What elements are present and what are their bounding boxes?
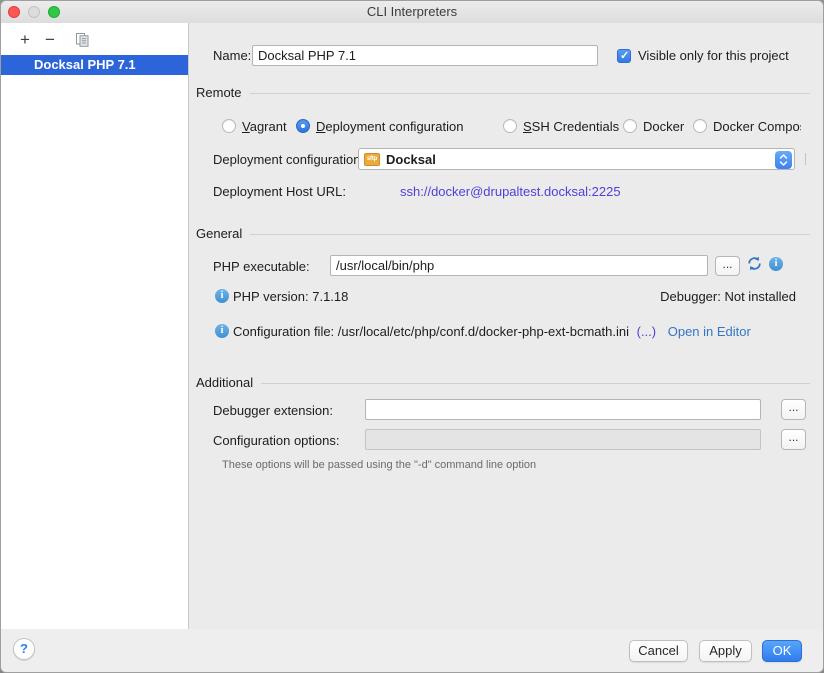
copy-icon <box>75 32 90 47</box>
debugger-extension-input[interactable] <box>365 399 761 420</box>
radio-docker-label[interactable]: Docker <box>643 119 684 134</box>
browse-debugger-extension-button[interactable]: ... <box>781 399 806 420</box>
general-section-label: General <box>196 226 242 241</box>
copy-interpreter-button[interactable] <box>73 30 91 48</box>
interpreters-sidebar: + − Docksal PHP 7.1 <box>1 23 189 631</box>
open-in-editor-link[interactable]: Open in Editor <box>668 324 751 339</box>
interpreter-name: Docksal PHP 7.1 <box>34 57 136 72</box>
info-icon: i <box>215 324 229 338</box>
cli-interpreters-dialog: CLI Interpreters + − <box>0 0 824 673</box>
radio-deployment-configuration-label[interactable]: Deployment configuration <box>316 119 463 134</box>
mnemonic: V <box>242 119 250 134</box>
mnemonic: S <box>523 119 532 134</box>
configuration-file-row: Configuration file: /usr/local/etc/php/c… <box>233 324 751 339</box>
add-interpreter-button[interactable]: + <box>16 30 34 48</box>
configuration-file-text: Configuration file: /usr/local/etc/php/c… <box>233 324 629 339</box>
interpreter-list-item-selected[interactable]: Docksal PHP 7.1 <box>1 55 188 75</box>
interpreter-settings-panel: Name: Visible only for this project Remo… <box>189 23 823 631</box>
additional-section-header: Additional <box>196 375 810 390</box>
radio-docker-compose[interactable] <box>693 119 707 133</box>
cancel-button[interactable]: Cancel <box>629 640 688 662</box>
dialog-body: + − Docksal PHP 7.1 <box>1 23 823 631</box>
php-version-text: PHP version: 7.1.18 <box>233 289 348 304</box>
info-icon[interactable]: i <box>769 257 783 271</box>
radio-ssh-credentials-label[interactable]: SSH Credentials <box>523 119 619 134</box>
mnemonic: D <box>316 119 325 134</box>
general-section-header: General <box>196 226 810 241</box>
plus-icon: + <box>20 31 30 48</box>
remove-interpreter-button[interactable]: − <box>41 30 59 48</box>
deployment-host-url-label: Deployment Host URL: <box>213 184 346 199</box>
chevron-up-down-icon[interactable] <box>775 151 792 169</box>
interpreter-list: Docksal PHP 7.1 <box>1 55 188 75</box>
section-divider <box>250 93 810 94</box>
additional-section-label: Additional <box>196 375 253 390</box>
titlebar[interactable]: CLI Interpreters <box>1 1 823 24</box>
radio-docker[interactable] <box>623 119 637 133</box>
deployment-configuration-select[interactable]: sftp Docksal <box>358 148 795 170</box>
minus-icon: − <box>45 31 55 48</box>
sftp-server-icon: sftp <box>364 153 380 166</box>
configuration-options-input <box>365 429 761 450</box>
info-icon: i <box>215 289 229 303</box>
deployment-configuration-value: Docksal <box>386 152 436 167</box>
section-divider <box>261 383 810 384</box>
radio-vagrant[interactable] <box>222 119 236 133</box>
configuration-options-note: These options will be passed using the "… <box>222 459 536 471</box>
debugger-status-text: Debugger: Not installed <box>660 289 796 304</box>
sidebar-toolbar: + − <box>1 23 188 55</box>
php-executable-label: PHP executable: <box>213 259 310 274</box>
radio-deployment-configuration[interactable] <box>296 119 310 133</box>
name-input[interactable] <box>252 45 598 66</box>
visible-only-checkbox[interactable] <box>617 49 631 63</box>
name-label: Name: <box>213 48 251 63</box>
debugger-extension-label: Debugger extension: <box>213 403 333 418</box>
configuration-options-label: Configuration options: <box>213 433 339 448</box>
deployment-configuration-label: Deployment configuration: <box>213 152 364 167</box>
browse-php-executable-button[interactable]: ... <box>715 256 740 276</box>
combo-divider <box>805 153 806 165</box>
label-text: eployment configuration <box>325 119 463 134</box>
radio-ssh-credentials[interactable] <box>503 119 517 133</box>
apply-button[interactable]: Apply <box>699 640 752 662</box>
configuration-file-more-link[interactable]: (...) <box>637 324 657 339</box>
label-text: Docker Compose <box>713 119 801 134</box>
window-title: CLI Interpreters <box>1 4 823 19</box>
remote-section-header: Remote <box>196 85 810 100</box>
radio-vagrant-label[interactable]: Vagrant <box>242 119 287 134</box>
browse-configuration-options-button[interactable]: ... <box>781 429 806 450</box>
remote-section-label: Remote <box>196 85 242 100</box>
visible-only-label: Visible only for this project <box>638 48 789 63</box>
radio-docker-compose-label[interactable]: Docker Compose <box>713 119 801 134</box>
question-mark-icon: ? <box>20 641 28 656</box>
label-text: SH Credentials <box>532 119 619 134</box>
dialog-footer: ? Cancel Apply OK <box>1 629 823 672</box>
refresh-icon <box>746 255 763 272</box>
label-text: agrant <box>250 119 287 134</box>
reload-phpinfo-button[interactable] <box>746 255 763 275</box>
help-button[interactable]: ? <box>13 638 35 660</box>
deployment-host-url-value: ssh://docker@drupaltest.docksal:2225 <box>400 184 621 199</box>
label-text: Docker <box>643 119 684 134</box>
ok-button[interactable]: OK <box>762 640 802 662</box>
php-executable-input[interactable] <box>330 255 708 276</box>
section-divider <box>250 234 810 235</box>
